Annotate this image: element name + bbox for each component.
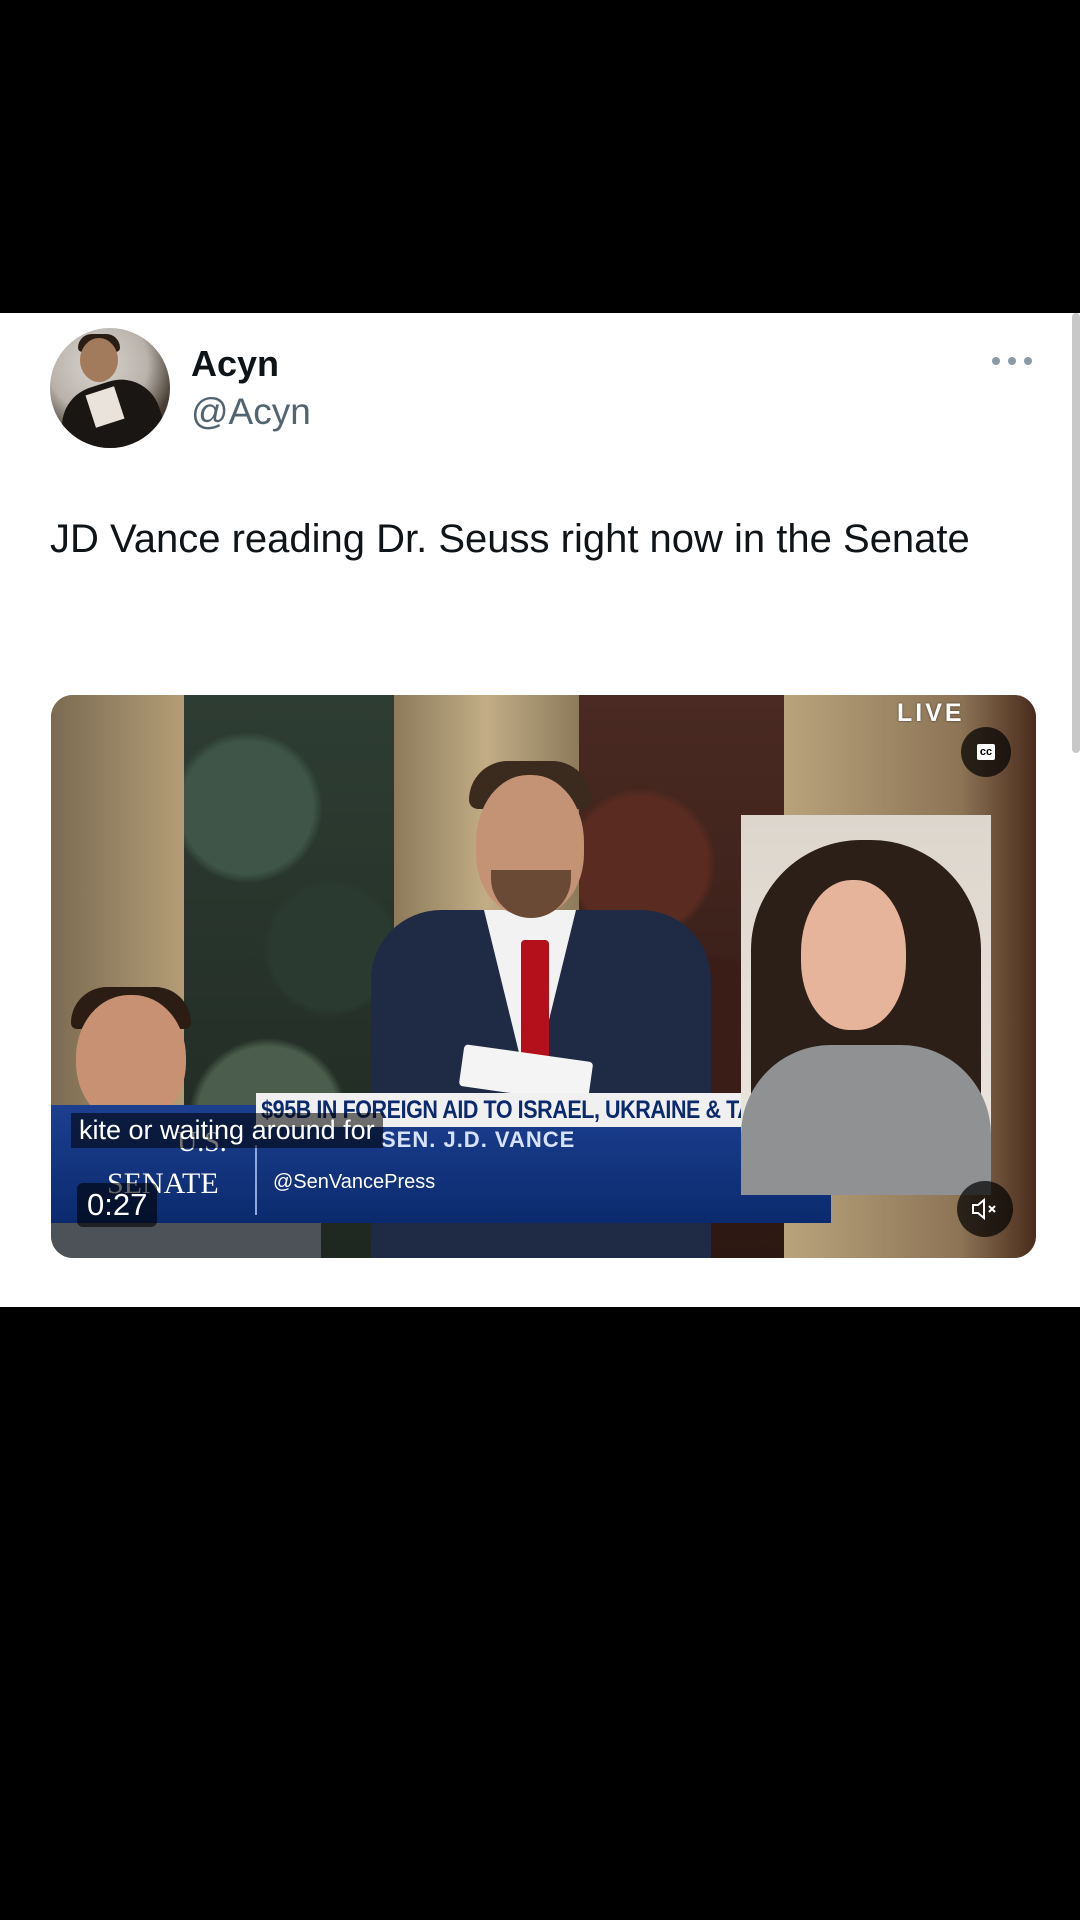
- chyron-name: SEN. J.D. VANCE: [381, 1127, 576, 1152]
- author-name[interactable]: Acyn: [191, 343, 279, 385]
- scrollbar[interactable]: [1072, 313, 1080, 753]
- tweet-text: JD Vance reading Dr. Seuss right now in …: [50, 517, 970, 561]
- live-badge: LIVE: [897, 699, 965, 727]
- author-handle[interactable]: @Acyn: [191, 391, 311, 433]
- video-timestamp: 0:27: [77, 1183, 158, 1227]
- video-player[interactable]: $95B IN FOREIGN AID TO ISRAEL, UKRAINE &…: [51, 695, 1036, 1258]
- speaker-muted-icon[interactable]: [957, 1181, 1013, 1237]
- more-options-icon[interactable]: [992, 353, 1032, 369]
- video-caption: kite or waiting around for: [71, 1113, 383, 1148]
- tweet-card[interactable]: Acyn @Acyn JD Vance reading Dr. Seuss ri…: [0, 313, 1080, 1307]
- chyron-handle: @SenVancePress: [273, 1171, 436, 1193]
- avatar[interactable]: [50, 328, 170, 448]
- picture-in-picture-overlay: [741, 815, 991, 1195]
- closed-captions-icon[interactable]: cc: [961, 727, 1011, 777]
